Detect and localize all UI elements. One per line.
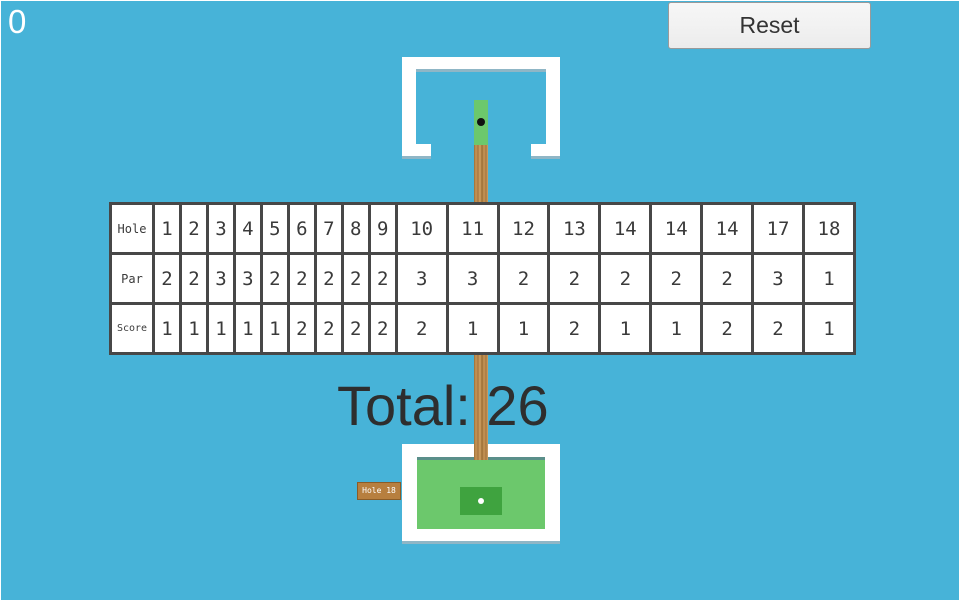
top-wall-right (546, 57, 560, 153)
score-cell: 2 (397, 305, 446, 352)
par-cell: 2 (601, 255, 650, 302)
stroke-counter: 0 (8, 3, 27, 40)
score-cell: 1 (652, 305, 701, 352)
par-cell: 3 (208, 255, 233, 302)
golf-ball[interactable] (477, 118, 485, 126)
par-cell: 3 (235, 255, 260, 302)
hole-number-cell: 9 (370, 205, 395, 252)
score-cell: 1 (208, 305, 233, 352)
hole-number-cell: 14 (703, 205, 752, 252)
plank-path-end (474, 444, 488, 460)
hole-number-cell: 4 (235, 205, 260, 252)
par-cell: 3 (397, 255, 446, 302)
par-cell: 2 (370, 255, 395, 302)
par-cell: 1 (804, 255, 853, 302)
score-cell: 1 (499, 305, 548, 352)
score-cell: 2 (703, 305, 752, 352)
par-cell: 2 (703, 255, 752, 302)
hole-number-cell: 2 (181, 205, 206, 252)
top-wall-left-foot-shadow (402, 156, 431, 159)
hole-number-cell: 3 (208, 205, 233, 252)
row-label-score: Score (112, 305, 152, 352)
top-wall-top (402, 57, 560, 69)
green-frame-shadow (402, 541, 560, 544)
score-cell: 2 (289, 305, 314, 352)
cup-hole (478, 498, 484, 504)
par-cell: 2 (652, 255, 701, 302)
hole-number-cell: 14 (601, 205, 650, 252)
score-cell: 2 (370, 305, 395, 352)
top-wall-left-foot (402, 144, 431, 156)
score-cell: 2 (754, 305, 802, 352)
par-cell: 2 (289, 255, 314, 302)
hole-number-cell: 6 (289, 205, 314, 252)
scorecard: Hole 1 2 3 4 5 6 7 8 9 10 11 12 13 14 14 14 17 18 Par 223… (109, 202, 856, 355)
par-cell: 2 (181, 255, 206, 302)
top-wall-shadow (416, 69, 546, 72)
hole-number-cell: 12 (499, 205, 548, 252)
score-cell: 1 (235, 305, 260, 352)
hole-number-cell: 5 (262, 205, 287, 252)
score-cell: 1 (448, 305, 497, 352)
total-score: Total: 26 (337, 374, 549, 437)
score-cell: 1 (804, 305, 853, 352)
par-cell: 2 (262, 255, 287, 302)
game-viewport[interactable]: Hole 18 Hole 1 2 3 4 5 6 7 8 9 10 11 12 13 14 14 14 17 18… (1, 1, 959, 600)
hole-sign: Hole 18 (357, 482, 401, 500)
score-cell: 1 (155, 305, 179, 352)
par-cell: 2 (316, 255, 341, 302)
scorecard-table: Hole 1 2 3 4 5 6 7 8 9 10 11 12 13 14 14 14 17 18 Par 223… (109, 202, 856, 355)
score-cell: 2 (316, 305, 341, 352)
hole-number-cell: 13 (550, 205, 599, 252)
par-cell: 2 (499, 255, 548, 302)
top-wall-right-foot (531, 144, 560, 156)
hole-number-cell: 14 (652, 205, 701, 252)
scorecard-row-hole: Hole 1 2 3 4 5 6 7 8 9 10 11 12 13 14 14 14 17 18 (112, 205, 853, 252)
hole-number-cell: 1 (155, 205, 179, 252)
hole-number-cell: 10 (397, 205, 446, 252)
score-cell: 2 (343, 305, 368, 352)
par-cell: 3 (754, 255, 802, 302)
reset-button[interactable]: Reset (668, 2, 871, 49)
row-label-hole: Hole (112, 205, 152, 252)
score-cell: 1 (181, 305, 206, 352)
hole-number-cell: 18 (804, 205, 853, 252)
score-cell: 1 (601, 305, 650, 352)
top-wall-left (402, 57, 416, 153)
score-cell: 1 (262, 305, 287, 352)
par-cell: 2 (343, 255, 368, 302)
plank-path-upper (474, 145, 488, 205)
par-cell: 2 (155, 255, 179, 302)
par-cell: 3 (448, 255, 497, 302)
hole-number-cell: 11 (448, 205, 497, 252)
hole-number-cell: 7 (316, 205, 341, 252)
row-label-par: Par (112, 255, 152, 302)
hole-number-cell: 8 (343, 205, 368, 252)
scorecard-row-score: Score 111112222211211221 (112, 305, 853, 352)
par-cell: 2 (550, 255, 599, 302)
hole-number-cell: 17 (754, 205, 802, 252)
top-wall-right-foot-shadow (531, 156, 560, 159)
scorecard-row-par: Par 223322222332222231 (112, 255, 853, 302)
score-cell: 2 (550, 305, 599, 352)
